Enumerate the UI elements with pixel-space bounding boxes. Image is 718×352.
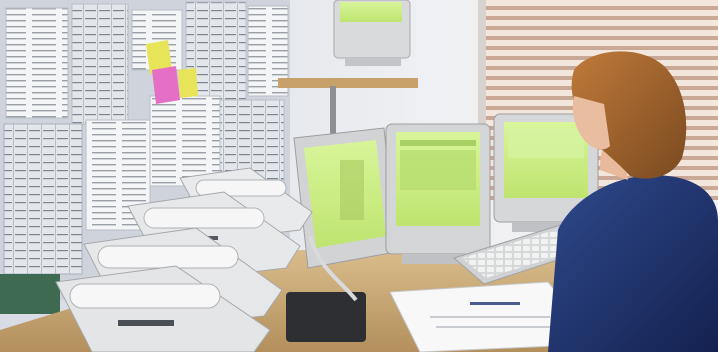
crt-monitor-icon (293, 127, 397, 269)
office-photo (0, 0, 718, 352)
crt-monitor-icon (385, 123, 491, 264)
office-scene-illustration (0, 0, 718, 352)
